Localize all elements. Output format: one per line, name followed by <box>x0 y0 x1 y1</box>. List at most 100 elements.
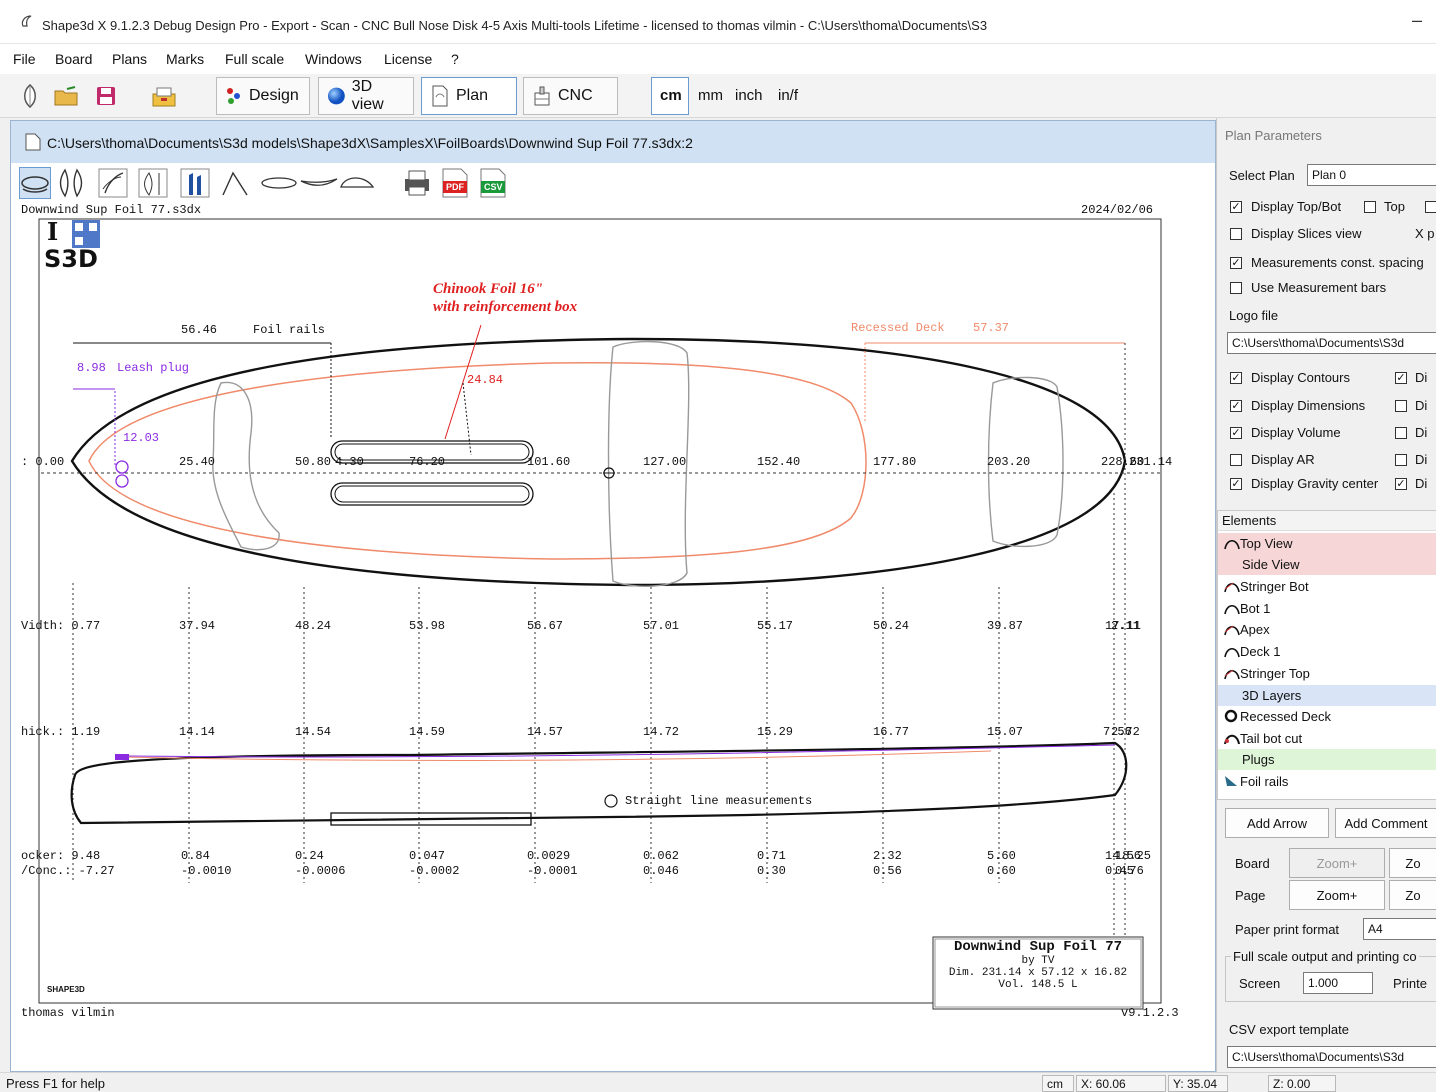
element-foil-rails[interactable]: Foil rails <box>1218 771 1436 792</box>
di-checkbox-2[interactable] <box>1395 400 1407 412</box>
elements-list[interactable]: Elements Top View Side View Stringer Bot… <box>1217 510 1436 800</box>
page-zoom-out-button[interactable]: Zo <box>1389 880 1436 910</box>
menu-board[interactable]: Board <box>55 51 92 67</box>
plan-tab-button[interactable]: Plan <box>421 77 517 115</box>
element-3d-layers[interactable]: 3D Layers <box>1218 685 1436 706</box>
menu-full-scale[interactable]: Full scale <box>225 51 284 67</box>
rail-shape-icon[interactable] <box>337 167 377 199</box>
plan-document-window: C:\Users\thoma\Documents\S3d models\Shap… <box>10 120 1216 1072</box>
element-recessed-deck[interactable]: Recessed Deck <box>1218 706 1436 727</box>
di-checkbox-3[interactable] <box>1395 427 1407 439</box>
foil-rails-label: Foil rails <box>253 323 326 337</box>
unit-in-f[interactable]: in/f <box>778 87 798 104</box>
thickness-value: 2.72 <box>1111 725 1140 739</box>
element-stringer-top[interactable]: Stringer Top <box>1218 663 1436 684</box>
menu-plans[interactable]: Plans <box>112 51 147 67</box>
curve-icon <box>1224 604 1240 615</box>
select-plan-dropdown[interactable]: Plan 0 <box>1307 164 1436 186</box>
print-icon[interactable] <box>401 167 433 199</box>
csv-export-icon[interactable]: CSV <box>477 167 509 199</box>
top-checkbox[interactable] <box>1364 201 1376 213</box>
menu-marks[interactable]: Marks <box>166 51 204 67</box>
export-icon[interactable] <box>150 82 178 110</box>
open-folder-icon[interactable] <box>52 82 80 110</box>
display-slices-checkbox[interactable] <box>1230 228 1242 240</box>
display-contours-checkbox[interactable]: ✓ <box>1230 372 1242 384</box>
menu-windows[interactable]: Windows <box>305 51 362 67</box>
add-arrow-button[interactable]: Add Arrow <box>1225 808 1329 838</box>
design-tab-button[interactable]: Design <box>216 77 310 115</box>
axis-tick: 101.60 <box>527 455 571 469</box>
section-view-icon[interactable] <box>137 167 169 199</box>
di-checkbox-4[interactable] <box>1395 454 1407 466</box>
save-icon[interactable] <box>92 82 120 110</box>
3d-view-tab-button[interactable]: 3D view <box>318 77 414 115</box>
element-stringer-bot[interactable]: Stringer Bot <box>1218 576 1436 597</box>
new-board-icon[interactable] <box>16 82 44 110</box>
axis-tick: 127.00 <box>643 455 687 469</box>
display-dimensions-checkbox[interactable]: ✓ <box>1230 400 1242 412</box>
element-tail-bot-cut[interactable]: Tail bot cut <box>1218 728 1436 749</box>
display-gravity-checkbox[interactable]: ✓ <box>1230 478 1242 490</box>
board-zoom-in-button[interactable]: Zoom+ <box>1289 848 1385 878</box>
paper-format-dropdown[interactable]: A4 <box>1363 918 1436 940</box>
element-label: Foil rails <box>1240 774 1289 789</box>
cnc-tab-button[interactable]: CNC <box>523 77 618 115</box>
vconc-value: 0.56 <box>873 864 902 878</box>
unit-mm[interactable]: mm <box>698 87 723 104</box>
page-zoom-in-button[interactable]: Zoom+ <box>1289 880 1385 910</box>
annotation-line1[interactable]: Chinook Foil 16" <box>433 281 543 298</box>
di-checkbox-1[interactable]: ✓ <box>1395 372 1407 384</box>
profile-icon[interactable] <box>219 167 251 199</box>
use-measurement-bars-checkbox[interactable] <box>1230 282 1242 294</box>
element-apex[interactable]: Apex <box>1218 619 1436 640</box>
extra-checkbox[interactable] <box>1425 201 1436 213</box>
csv-template-input[interactable]: C:\Users\thoma\Documents\S3d <box>1227 1046 1436 1068</box>
element-plugs[interactable]: Plugs <box>1218 749 1436 770</box>
outline-view-icon[interactable] <box>55 167 87 199</box>
cnc-machine-icon <box>534 86 550 106</box>
rocker-shape-icon[interactable] <box>299 167 339 199</box>
display-dimensions-label: Display Dimensions <box>1251 398 1366 413</box>
pdf-export-icon[interactable]: PDF <box>439 167 471 199</box>
measurements-const-checkbox[interactable]: ✓ <box>1230 257 1242 269</box>
unit-inch[interactable]: inch <box>735 87 763 104</box>
axis-tick: 203.20 <box>987 455 1031 469</box>
element-side-view[interactable]: Side View <box>1218 554 1436 575</box>
status-bar: Press F1 for help cm X: 60.06 Y: 35.04 Z… <box>0 1072 1436 1092</box>
display-ar-checkbox[interactable] <box>1230 454 1242 466</box>
ellipse-shape-icon[interactable] <box>259 167 299 199</box>
display-volume-checkbox[interactable]: ✓ <box>1230 427 1242 439</box>
printer-label: Printe <box>1393 976 1427 991</box>
menu-license[interactable]: License <box>384 51 432 67</box>
document-icon <box>25 133 41 151</box>
unit-cm[interactable]: cm <box>660 87 682 104</box>
logo-file-input[interactable]: C:\Users\thoma\Documents\S3d <box>1227 332 1436 354</box>
width-value: 50.24 <box>873 619 910 633</box>
annotation-line2[interactable]: with reinforcement box <box>433 299 577 316</box>
add-comment-button[interactable]: Add Comment <box>1335 808 1436 838</box>
slices-view-icon[interactable] <box>97 167 129 199</box>
csv-template-label: CSV export template <box>1229 1022 1349 1037</box>
vconc-value: -0.0006 <box>295 864 346 878</box>
di-checkbox-5[interactable]: ✓ <box>1395 478 1407 490</box>
screen-scale-input[interactable]: 1.000 <box>1303 972 1373 994</box>
element-bot-1[interactable]: Bot 1 <box>1218 598 1436 619</box>
foil-icon <box>1225 776 1237 786</box>
thickness-value: 14.59 <box>409 725 446 739</box>
element-label: Deck 1 <box>1240 644 1281 659</box>
plan-sheet[interactable]: Downwind Sup Foil 77.s3dx 2024/02/06 I S… <box>11 203 1215 1071</box>
straight-line-measurements-label[interactable]: Straight line measurements <box>625 794 812 808</box>
menu-help[interactable]: ? <box>451 51 459 67</box>
plan-document-icon <box>432 85 448 107</box>
display-topbot-checkbox[interactable]: ✓ <box>1230 201 1242 213</box>
top-view-icon[interactable] <box>19 167 51 199</box>
element-deck-1[interactable]: Deck 1 <box>1218 641 1436 662</box>
element-label: Plugs <box>1242 752 1275 767</box>
board-zoom-out-button[interactable]: Zo <box>1389 848 1436 878</box>
element-top-view[interactable]: Top View <box>1218 533 1436 554</box>
minimize-button[interactable]: – <box>1412 10 1422 31</box>
fins-view-icon[interactable] <box>179 167 211 199</box>
menu-file[interactable]: File <box>13 51 36 67</box>
leash-label: Leash plug <box>117 361 190 375</box>
